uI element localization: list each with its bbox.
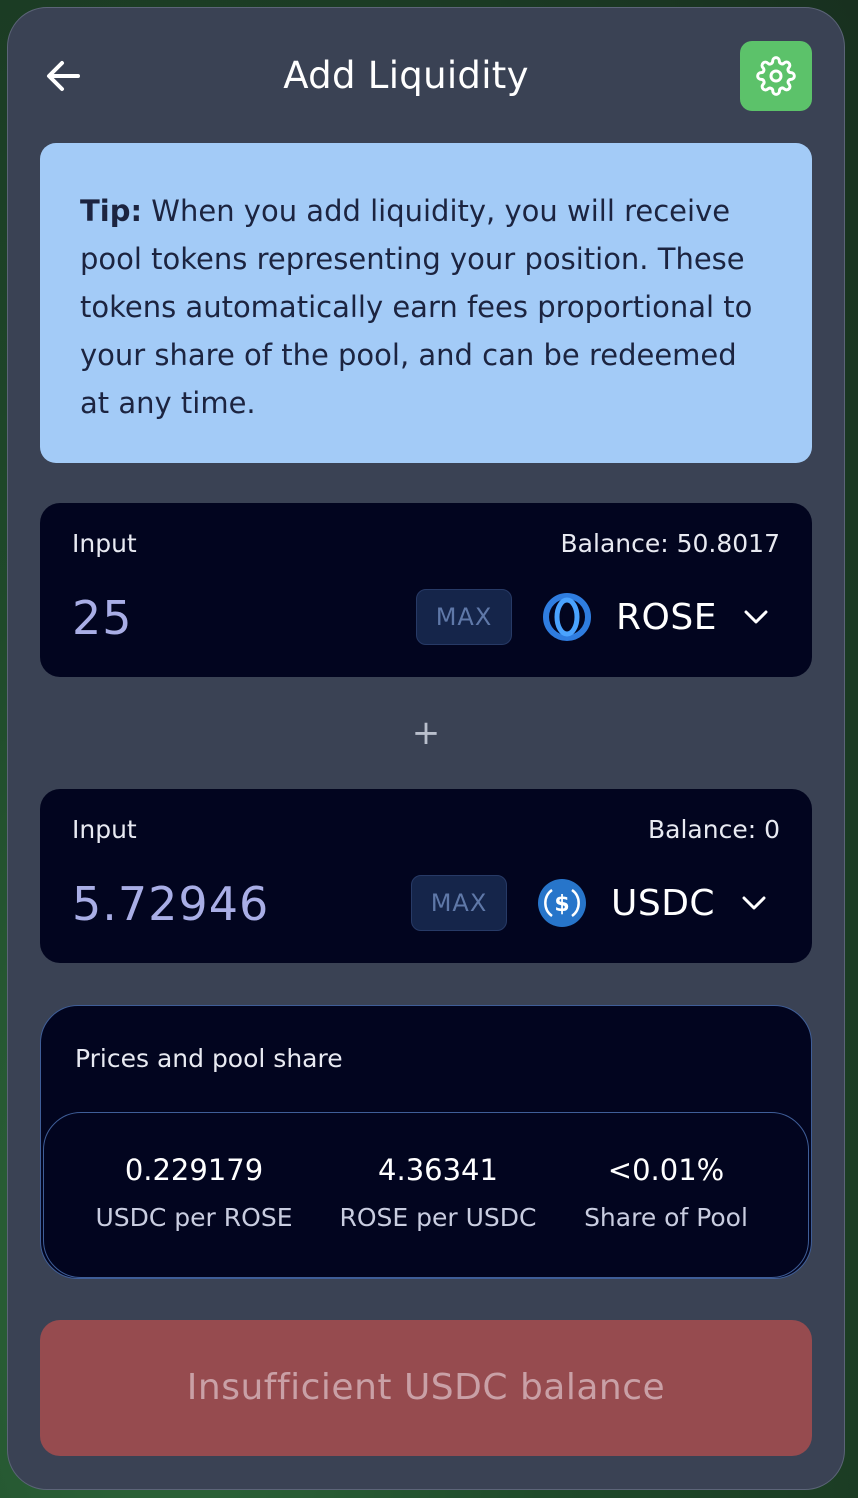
token-select-rose[interactable]: ROSE bbox=[542, 587, 769, 647]
prices-panel: Prices and pool share 0.229179 USDC per … bbox=[40, 1005, 812, 1279]
chevron-down-icon bbox=[742, 896, 766, 910]
stat-value: 0.229179 bbox=[124, 1153, 264, 1187]
stat-label: USDC per ROSE bbox=[95, 1203, 293, 1232]
usdc-icon: $ bbox=[538, 879, 586, 927]
input-panel-rose: Input Balance: 50.8017 25 MAX ROSE bbox=[40, 503, 812, 677]
max-button[interactable]: MAX bbox=[411, 875, 507, 931]
submit-button[interactable]: Insufficient USDC balance bbox=[40, 1320, 812, 1456]
header: Add Liquidity bbox=[0, 40, 858, 112]
amount-input[interactable]: 5.72946 bbox=[72, 877, 269, 931]
tip-label: Tip: bbox=[80, 194, 143, 228]
pool-share-stat: <0.01% Share of Pool bbox=[556, 1153, 776, 1232]
settings-button[interactable] bbox=[740, 41, 812, 111]
prices-title: Prices and pool share bbox=[75, 1044, 343, 1073]
token-name: USDC bbox=[611, 882, 716, 924]
stat-label: Share of Pool bbox=[584, 1203, 748, 1232]
tip-text: When you add liquidity, you will receive… bbox=[80, 194, 753, 420]
page-title: Add Liquidity bbox=[283, 54, 529, 97]
stat-value: 4.36341 bbox=[378, 1153, 498, 1187]
tip-box: Tip: When you add liquidity, you will re… bbox=[40, 143, 812, 463]
balance-text: Balance: 50.8017 bbox=[560, 529, 780, 558]
stat-label: ROSE per USDC bbox=[339, 1203, 537, 1232]
input-label: Input bbox=[72, 815, 137, 844]
token-name: ROSE bbox=[616, 596, 717, 638]
plus-icon: + bbox=[411, 713, 441, 753]
stat-value: <0.01% bbox=[607, 1153, 725, 1187]
token-select-usdc[interactable]: $ USDC bbox=[537, 873, 767, 933]
gear-icon bbox=[756, 56, 796, 96]
price-stat-usdc-per-rose: 0.229179 USDC per ROSE bbox=[84, 1153, 304, 1232]
balance-text: Balance: 0 bbox=[648, 815, 780, 844]
oasis-rose-icon bbox=[543, 593, 591, 641]
svg-text:$: $ bbox=[554, 892, 569, 917]
chevron-down-icon bbox=[744, 610, 768, 624]
amount-input[interactable]: 25 bbox=[72, 591, 133, 645]
input-panel-usdc: Input Balance: 0 5.72946 MAX $ USDC bbox=[40, 789, 812, 963]
price-stat-rose-per-usdc: 4.36341 ROSE per USDC bbox=[328, 1153, 548, 1232]
max-button[interactable]: MAX bbox=[416, 589, 512, 645]
input-label: Input bbox=[72, 529, 137, 558]
prices-stats: 0.229179 USDC per ROSE 4.36341 ROSE per … bbox=[43, 1112, 809, 1278]
